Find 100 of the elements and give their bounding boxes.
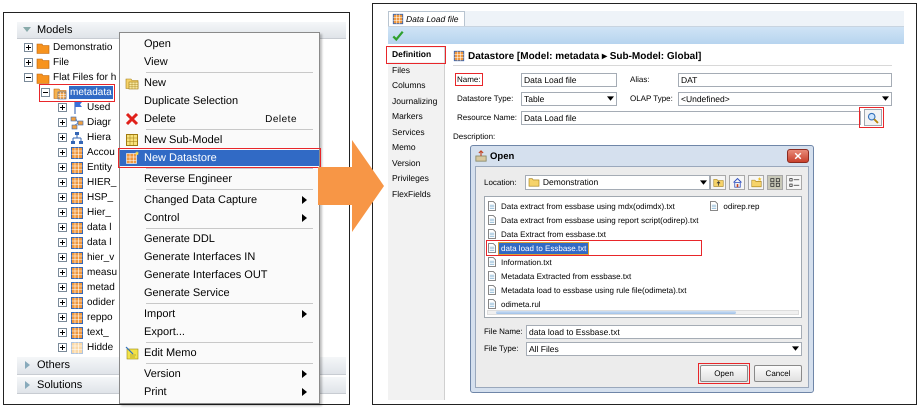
tree-item[interactable]: data l [86,236,112,250]
menu-item[interactable]: Export... [120,324,319,340]
expand-icon[interactable] [58,328,67,338]
list-entry[interactable]: Data Extract from essbase.txt [499,228,608,240]
details-view-button[interactable] [786,174,802,190]
tree-item[interactable]: Accou [86,146,116,160]
tree-item[interactable]: text_ [86,326,110,340]
expand-icon[interactable] [58,163,67,172]
expand-icon[interactable] [58,298,67,308]
tree-item[interactable]: Flat Files for h [52,71,118,84]
new-folder-button[interactable] [748,174,764,190]
file-name-field[interactable]: data load to Essbase.txt [526,324,802,338]
cancel-button[interactable]: Cancel [754,365,802,382]
navigation-tab[interactable]: Privileges [388,172,444,186]
tree-item[interactable]: reppo [86,311,114,324]
tree-item[interactable]: HSP_ [86,191,114,204]
editor-tab[interactable]: Data Load file [388,11,466,26]
list-entry[interactable]: Metadata load to essbase using rule file(odimeta).txt [499,284,688,296]
horizontal-scrollbar[interactable] [487,310,799,315]
expand-icon[interactable] [24,58,33,68]
navigation-tab[interactable]: Files [388,64,444,77]
search-button[interactable] [864,109,882,126]
menu-item[interactable]: Generate Service [120,285,319,301]
expand-icon[interactable] [58,253,67,262]
navigation-tab[interactable]: Memo [388,141,444,154]
tree-item[interactable]: measu [86,266,118,280]
home-button[interactable] [729,174,745,190]
list-entry[interactable]: Information.txt [499,256,554,268]
tree-item[interactable]: metadata [69,86,113,100]
list-entry[interactable]: Metadata Extracted from essbase.txt [499,270,634,282]
tree-item[interactable]: Hiera [86,131,112,144]
expand-icon[interactable] [58,193,67,202]
tree-item[interactable]: odider [86,296,116,310]
collapse-icon[interactable] [41,88,50,98]
collapse-icon[interactable] [24,73,33,82]
tree-item[interactable]: data l [86,221,112,234]
navigation-tab[interactable]: Journalizing [388,94,444,108]
menu-item[interactable]: Version [120,366,319,382]
menu-item[interactable]: Reverse Engineer [120,171,319,187]
expand-icon[interactable] [58,268,67,278]
menu-item[interactable]: Edit Memo [120,345,319,361]
navigation-tab[interactable]: Definition [388,48,444,62]
menu-item[interactable]: Duplicate Selection [120,93,319,109]
tree-item[interactable]: Used [86,101,112,114]
menu-item[interactable]: Control [120,210,319,226]
name-field[interactable]: Data Load file [521,72,617,86]
tree-item[interactable]: hier_v [86,251,116,264]
menu-item[interactable]: New Datastore [120,150,319,166]
olap-type-dropdown[interactable]: <Undefined> [678,92,892,106]
navigation-tab[interactable]: Markers [388,110,444,124]
tree-item[interactable]: Hier_ [86,206,112,220]
expand-icon[interactable] [58,178,67,188]
menu-item[interactable]: Delete Delete [120,111,319,127]
list-entry[interactable]: Data extract from essbase using report script(odirep).txt [499,214,700,226]
expand-icon[interactable] [58,148,67,158]
file-type-dropdown[interactable]: All Files [526,342,802,356]
menu-item[interactable]: View [120,54,319,70]
expand-icon[interactable] [58,238,67,248]
list-entry[interactable]: odimeta.rul [499,298,543,310]
expand-icon[interactable] [58,208,67,218]
tree-item[interactable]: metad [86,281,116,294]
expand-icon[interactable] [58,103,67,112]
tree-item[interactable]: Entity [86,161,114,174]
expand-icon[interactable] [58,313,67,322]
menu-item[interactable]: Import [120,306,319,322]
list-view-button[interactable] [767,174,783,190]
up-folder-button[interactable] [710,174,726,190]
expand-icon[interactable] [58,283,67,292]
open-button[interactable]: Open [700,365,748,382]
alias-field[interactable]: DAT [678,72,892,86]
navigation-tab[interactable]: FlexFields [388,188,444,201]
expand-icon[interactable] [24,43,33,52]
menu-item[interactable]: Generate Interfaces IN [120,249,319,265]
menu-item[interactable]: Print [120,384,319,400]
expand-icon[interactable] [58,223,67,232]
table-icon [70,176,84,190]
expand-icon[interactable] [58,118,67,128]
menu-item[interactable]: Changed Data Capture [120,192,319,208]
menu-item[interactable]: New [120,75,319,91]
tree-item[interactable]: Diagr [86,116,112,130]
tree-item[interactable]: HIER_ [86,176,118,190]
resource-name-field[interactable]: Data Load file [521,110,861,124]
list-entry[interactable]: data load to Essbase.txt [499,242,588,254]
tree-item[interactable]: Hidde [86,341,114,354]
tree-item[interactable]: Demonstratio [52,41,114,54]
location-dropdown[interactable]: Demonstration [524,174,710,190]
type-dropdown[interactable]: Table [521,92,617,106]
menu-item[interactable]: Generate DDL [120,231,319,247]
table-icon [70,236,84,250]
navigation-tab[interactable]: Columns [388,79,444,92]
list-entry[interactable]: Data extract from essbase using mdx(odimdx).txt [499,200,677,212]
close-button[interactable] [787,149,809,163]
navigation-tab[interactable]: Version [388,156,444,170]
navigation-tab[interactable]: Services [388,126,444,139]
expand-icon[interactable] [58,343,67,352]
list-entry[interactable]: odirep.rep [721,200,762,212]
menu-item[interactable]: Generate Interfaces OUT [120,267,319,283]
menu-item[interactable]: New Sub-Model [120,132,319,148]
tree-item[interactable]: File [52,56,70,70]
expand-icon[interactable] [58,133,67,142]
